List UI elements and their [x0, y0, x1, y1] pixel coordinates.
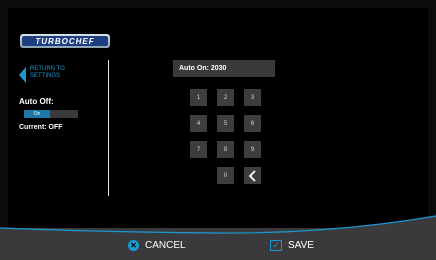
- logo-text: TURBOCHEF: [22, 36, 108, 46]
- checkbox-check-icon: ✓: [270, 239, 282, 251]
- key-0[interactable]: 0: [217, 167, 234, 184]
- vertical-divider: [108, 60, 109, 196]
- footer-curve: [0, 215, 436, 238]
- screen: TURBOCHEF RETURN TO SETTINGS Auto Off: O…: [0, 0, 436, 260]
- auto-on-display: Auto On: 2030: [173, 60, 275, 77]
- arrow-left-icon: [19, 67, 26, 83]
- toggle-on-option[interactable]: On: [24, 110, 50, 118]
- return-label: RETURN TO SETTINGS: [30, 66, 65, 79]
- auto-off-label: Auto Off:: [19, 97, 54, 106]
- save-label: SAVE: [288, 239, 314, 251]
- cancel-button[interactable]: ✕ CANCEL: [128, 238, 186, 252]
- key-5[interactable]: 5: [217, 115, 234, 132]
- return-to-settings-button[interactable]: RETURN TO SETTINGS: [19, 66, 74, 83]
- backspace-button[interactable]: [244, 167, 261, 184]
- key-9[interactable]: 9: [244, 141, 261, 158]
- key-8[interactable]: 8: [217, 141, 234, 158]
- save-button[interactable]: ✓ SAVE: [270, 238, 314, 252]
- cancel-x-icon: ✕: [128, 239, 139, 251]
- key-6[interactable]: 6: [244, 115, 261, 132]
- cancel-label: CANCEL: [145, 239, 186, 251]
- key-3[interactable]: 3: [244, 89, 261, 106]
- chevron-left-icon: [248, 169, 256, 182]
- auto-off-toggle[interactable]: On: [24, 110, 78, 118]
- key-2[interactable]: 2: [217, 89, 234, 106]
- key-4[interactable]: 4: [190, 115, 207, 132]
- turbochef-logo: TURBOCHEF: [20, 34, 110, 48]
- current-status: Current: OFF: [19, 124, 63, 131]
- key-1[interactable]: 1: [190, 89, 207, 106]
- toggle-off-option[interactable]: [50, 110, 78, 118]
- key-7[interactable]: 7: [190, 141, 207, 158]
